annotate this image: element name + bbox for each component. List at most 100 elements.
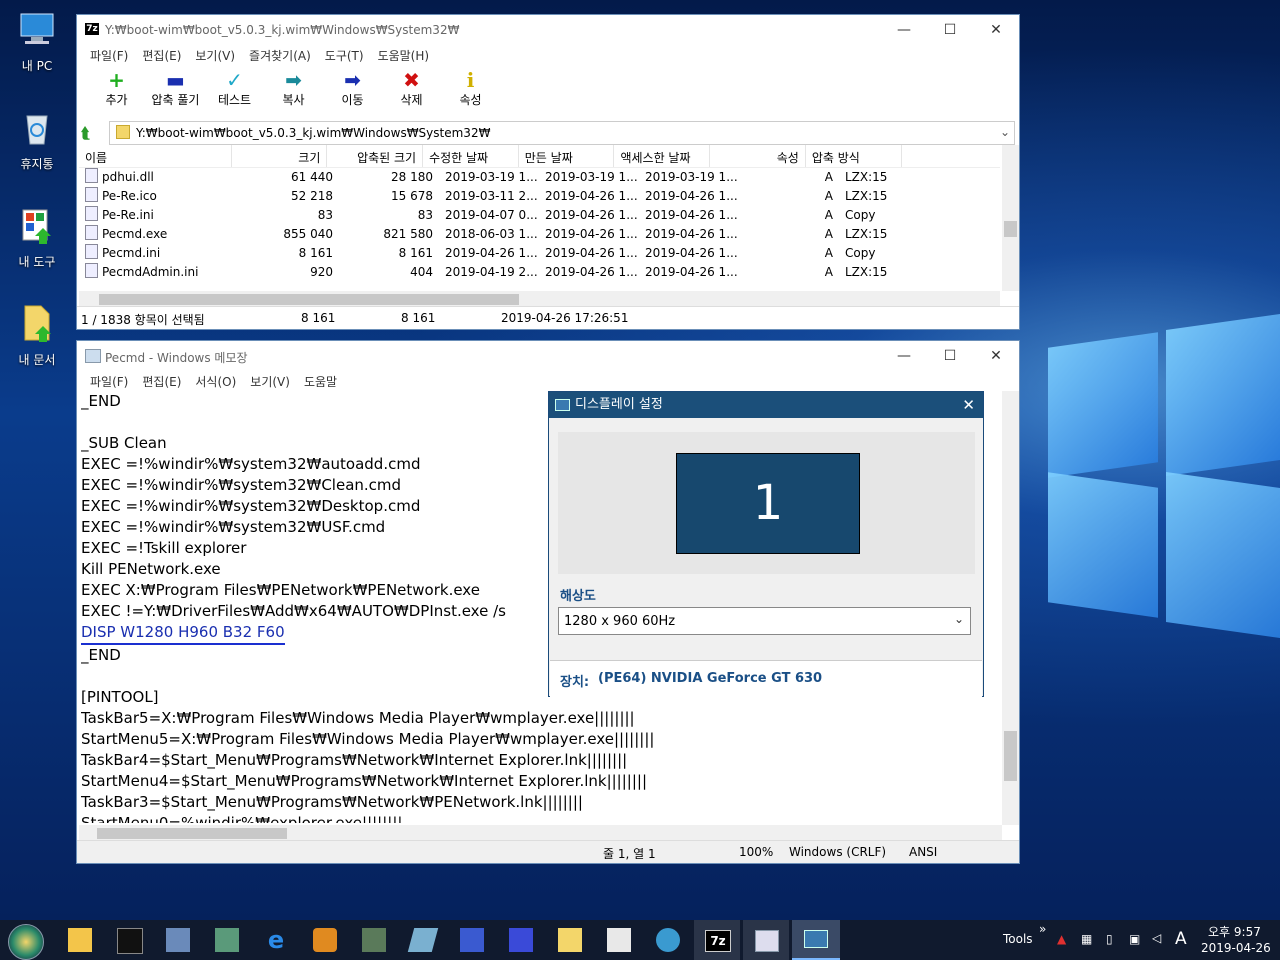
menu-file[interactable]: 파일(F) xyxy=(83,45,135,65)
address-field[interactable]: Y:₩boot-wim₩boot_v5.0.3_kj.wim₩Windows₩S… xyxy=(109,121,1015,145)
menu-format[interactable]: 서식(O) xyxy=(188,371,243,391)
hardware-icon[interactable] xyxy=(362,928,386,952)
maximize-button[interactable]: ☐ xyxy=(927,15,973,45)
tools-icon[interactable] xyxy=(607,928,631,952)
hscroll-thumb[interactable] xyxy=(97,828,287,839)
tools-toolbar-label[interactable]: Tools xyxy=(1003,932,1033,946)
storage-icon[interactable] xyxy=(166,928,190,952)
copy-button[interactable]: ➡ 복사 xyxy=(264,65,323,121)
column-attributes[interactable]: 속성 xyxy=(710,145,806,167)
file-name: Pe-Re.ico xyxy=(102,189,157,203)
menu-help[interactable]: 도움말 xyxy=(297,371,344,391)
sevenzip-app-icon: 7z xyxy=(85,23,99,35)
column-extra[interactable] xyxy=(902,145,1000,167)
desktop-icon-my-documents[interactable]: 내 문서 xyxy=(0,304,74,368)
menu-file[interactable]: 파일(F) xyxy=(83,371,135,391)
test-label: 테스트 xyxy=(217,93,252,107)
minimize-button[interactable]: — xyxy=(881,341,927,371)
clock-time[interactable]: 오후 9:57 xyxy=(1208,923,1261,940)
column-created[interactable]: 만든 날짜 xyxy=(519,145,615,167)
media-player-icon[interactable] xyxy=(313,928,337,952)
monitor-1-tile[interactable]: 1 xyxy=(676,453,860,554)
taskbar-display-settings[interactable] xyxy=(792,920,840,960)
table-row[interactable]: pdhui.dll 61 440 28 180 2019-03-19 1... 2019… xyxy=(79,168,1000,187)
table-row[interactable]: Pe-Re.ico 52 218 15 678 2019-03-11 2... 2019… xyxy=(79,187,1000,206)
extract-button[interactable]: ▬ 압축 풀기 xyxy=(146,65,205,121)
taskbar-notepad[interactable] xyxy=(743,920,789,960)
network-icon[interactable] xyxy=(656,928,680,952)
ime-indicator[interactable]: A xyxy=(1175,929,1187,949)
column-method[interactable]: 압축 방식 xyxy=(806,145,902,167)
cell-packed: 8 161 xyxy=(398,246,433,260)
column-name[interactable]: 이름 xyxy=(79,145,232,167)
close-button[interactable]: ✕ xyxy=(973,15,1019,45)
chevron-icon[interactable]: » xyxy=(1039,922,1046,936)
file-list-scrollbar[interactable] xyxy=(1002,145,1019,291)
clock-date[interactable]: 2019-04-26 xyxy=(1201,941,1271,955)
scroll-thumb[interactable] xyxy=(1004,731,1017,781)
resolution-select[interactable]: 1280 x 960 60Hz ⌄ xyxy=(558,607,971,635)
chevron-down-icon[interactable]: ⌄ xyxy=(1000,125,1010,139)
documents-icon[interactable] xyxy=(558,928,582,952)
file-explorer-icon[interactable] xyxy=(68,928,92,952)
up-folder-icon[interactable]: ⮬ xyxy=(81,124,90,142)
add-button[interactable]: + 추가 xyxy=(87,65,146,121)
desktop-icon-recycle-bin[interactable]: 휴지통 xyxy=(0,108,74,172)
usb-icon[interactable]: ▦ xyxy=(1081,932,1092,946)
move-button[interactable]: ➡ 이동 xyxy=(323,65,382,121)
window-title: Y:₩boot-wim₩boot_v5.0.3_kj.wim₩Windows₩S… xyxy=(105,23,460,37)
menu-view[interactable]: 보기(V) xyxy=(188,45,242,65)
cell-size: 920 xyxy=(310,265,333,279)
notes-icon[interactable] xyxy=(407,928,439,952)
cell-method: LZX:15 xyxy=(845,265,888,279)
close-button[interactable]: ✕ xyxy=(962,392,975,418)
network-monitor-icon[interactable] xyxy=(215,928,239,952)
title-bar[interactable]: Pecmd - Windows 메모장 — ☐ ✕ xyxy=(77,341,1019,371)
properties-button[interactable]: i 속성 xyxy=(441,65,500,121)
menu-edit[interactable]: 편집(E) xyxy=(135,45,188,65)
table-row[interactable]: Pecmd.ini 8 161 8 161 2019-04-26 1... 2019-0… xyxy=(79,244,1000,263)
table-row[interactable]: Pecmd.exe 855 040 821 580 2018-06-03 1... 20… xyxy=(79,225,1000,244)
disk-icon[interactable] xyxy=(509,928,533,952)
scroll-thumb[interactable] xyxy=(1004,221,1017,237)
delete-button[interactable]: ✖ 삭제 xyxy=(382,65,441,121)
column-modified[interactable]: 수정한 날짜 xyxy=(423,145,519,167)
text-line: TaskBar3=$Start_Menu₩Programs₩Network₩PE… xyxy=(81,793,583,811)
drive-icon[interactable]: ▯ xyxy=(1106,932,1113,946)
start-button[interactable] xyxy=(8,924,44,960)
title-bar[interactable]: 7z Y:₩boot-wim₩boot_v5.0.3_kj.wim₩Window… xyxy=(77,15,1019,45)
registry-icon[interactable] xyxy=(460,928,484,952)
internet-explorer-icon[interactable]: e xyxy=(264,928,288,952)
column-accessed[interactable]: 액세스한 날짜 xyxy=(614,145,711,167)
dialog-title-bar[interactable]: 디스플레이 설정 ✕ xyxy=(549,392,983,418)
menu-view[interactable]: 보기(V) xyxy=(243,371,297,391)
taskbar-7zip[interactable]: 7z xyxy=(694,920,740,960)
toolbar: + 추가 ▬ 압축 풀기 ✓ 테스트 ➡ 복사 ➡ 이동 ✖ 삭제 i 속성 xyxy=(77,65,1019,121)
maximize-button[interactable]: ☐ xyxy=(927,341,973,371)
cell-modified: 2018-06-03 1... xyxy=(445,227,538,241)
column-size[interactable]: 크기 xyxy=(232,145,328,167)
menu-edit[interactable]: 편집(E) xyxy=(135,371,188,391)
desktop-icon-label: 내 도구 xyxy=(18,255,56,269)
volume-icon[interactable]: ◁ xyxy=(1152,931,1161,945)
table-row[interactable]: PecmdAdmin.ini 920 404 2019-04-19 2... 2019-… xyxy=(79,263,1000,282)
alert-icon[interactable]: ▲ xyxy=(1057,932,1066,946)
minimize-button[interactable]: — xyxy=(881,15,927,45)
cell-attr: A xyxy=(824,265,833,279)
column-packed-size[interactable]: 압축된 크기 xyxy=(327,145,424,167)
table-row[interactable]: Pe-Re.ini 83 83 2019-04-07 0... 2019-04-26 1… xyxy=(79,206,1000,225)
desktop-icon-my-tools[interactable]: 내 도구 xyxy=(0,206,74,270)
menu-help[interactable]: 도움말(H) xyxy=(371,45,437,65)
file-icon xyxy=(85,187,98,202)
editor-scrollbar[interactable] xyxy=(1002,391,1019,825)
cell-method: LZX:15 xyxy=(845,170,888,184)
close-button[interactable]: ✕ xyxy=(973,341,1019,371)
test-button[interactable]: ✓ 테스트 xyxy=(205,65,264,121)
menu-tools[interactable]: 도구(T) xyxy=(318,45,371,65)
desktop-icon-my-pc[interactable]: 내 PC xyxy=(0,10,74,74)
desktop-icon-label: 내 PC xyxy=(21,59,53,73)
network-disconnected-icon[interactable]: ▣ xyxy=(1129,932,1140,946)
command-prompt-icon[interactable] xyxy=(117,928,143,954)
hscroll-thumb[interactable] xyxy=(99,294,519,305)
menu-favorites[interactable]: 즐겨찾기(A) xyxy=(242,45,318,65)
